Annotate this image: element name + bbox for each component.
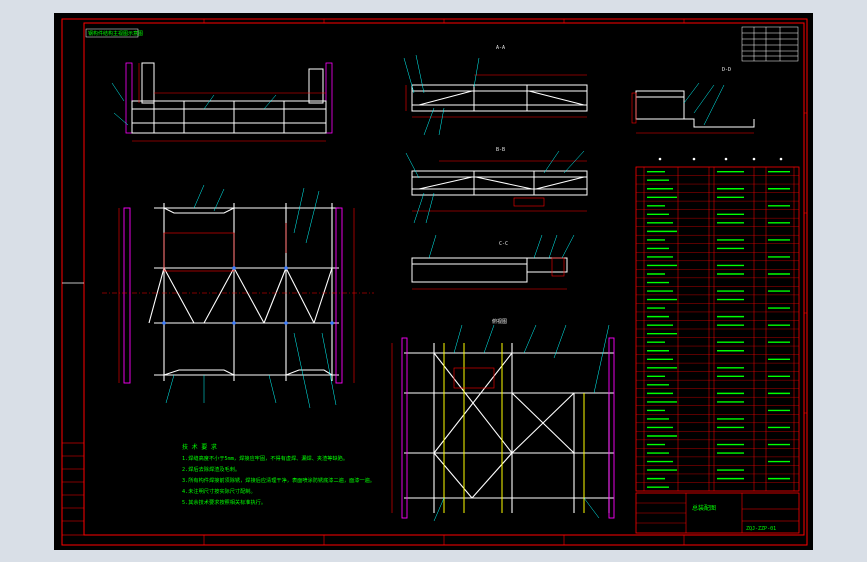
parts-list-header-dot (752, 157, 756, 161)
title-block-name: 总装配图 (692, 504, 716, 512)
title-block-code: ZQJ-ZZP-01 (746, 526, 776, 532)
top-left-tag: 钢构件结构主视图示意图 (85, 28, 143, 38)
label-section-bb: B-B (496, 147, 505, 153)
tech-notes-title: 技 术 要 求 (182, 443, 217, 451)
tech-note-1: 1.焊缝高度不小于5mm，焊接应牢固，不得有虚焊、漏焊、夹渣等缺陷。 (182, 454, 348, 462)
tech-notes: 技 术 要 求 1.焊缝高度不小于5mm，焊接应牢固，不得有虚焊、漏焊、夹渣等缺… (182, 443, 375, 506)
section-bb: B-B (405, 147, 588, 224)
tech-note-3: 3.所有构件焊接前须除锈，焊接后应清理干净，表面喷涂防锈底漆二遍，面漆一遍。 (182, 476, 375, 484)
section-dd: D-D (631, 67, 755, 134)
cad-canvas: 钢构件结构主视图示意图 A-A B-B C-C D-D 俯视图 技 术 要 求 … (61, 18, 808, 546)
tech-note-5: 5.其余技术要求按照相关标准执行。 (182, 498, 266, 506)
label-plan-view: 俯视图 (492, 318, 507, 325)
plan-view-left (102, 184, 374, 409)
parts-list-table (635, 157, 800, 492)
plan-view-right: 俯视图 (391, 318, 615, 522)
top-right-table (741, 26, 799, 62)
elevation-view (111, 62, 333, 142)
section-aa: A-A (403, 45, 588, 136)
top-left-tag-text: 钢构件结构主视图示意图 (88, 30, 143, 37)
left-revision-block (61, 442, 85, 536)
tech-note-2: 2.焊后去除焊渣及毛刺。 (182, 465, 240, 473)
title-block: 总装配图 ZQJ-ZZP-01 (635, 492, 800, 534)
parts-list-header-dot (658, 157, 662, 161)
parts-list-header-dot (779, 157, 783, 161)
label-section-aa: A-A (496, 45, 505, 51)
label-section-dd: D-D (722, 67, 731, 73)
cad-drawing-sheet[interactable]: 钢构件结构主视图示意图 A-A B-B C-C D-D 俯视图 技 术 要 求 … (54, 13, 813, 550)
parts-list-header-dot (724, 157, 728, 161)
parts-list-header-dot (692, 157, 696, 161)
tech-note-4: 4.未注明尺寸按实际尺寸配制。 (182, 487, 256, 495)
label-section-cc: C-C (499, 241, 508, 247)
section-cc: C-C (411, 234, 575, 290)
